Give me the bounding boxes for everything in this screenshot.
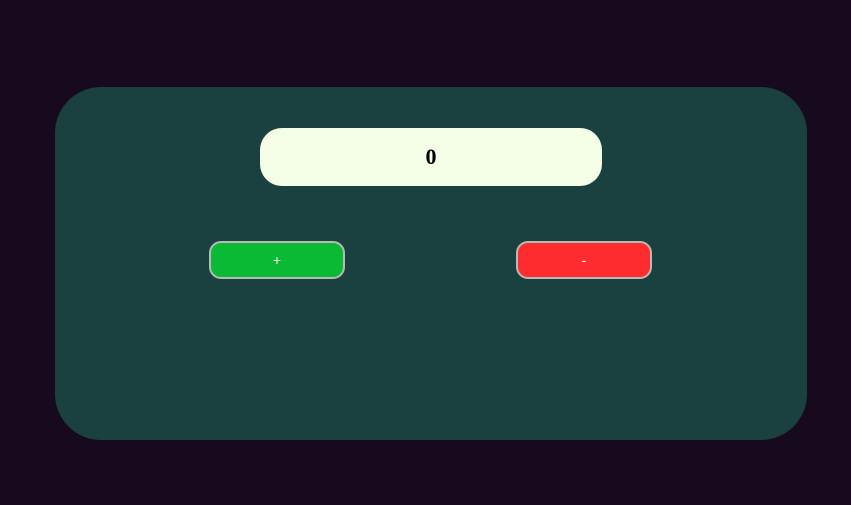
counter-card: 0 + - [55, 87, 807, 440]
decrement-button[interactable]: - [516, 241, 652, 279]
increment-button[interactable]: + [209, 241, 345, 279]
counter-display: 0 [260, 128, 602, 186]
